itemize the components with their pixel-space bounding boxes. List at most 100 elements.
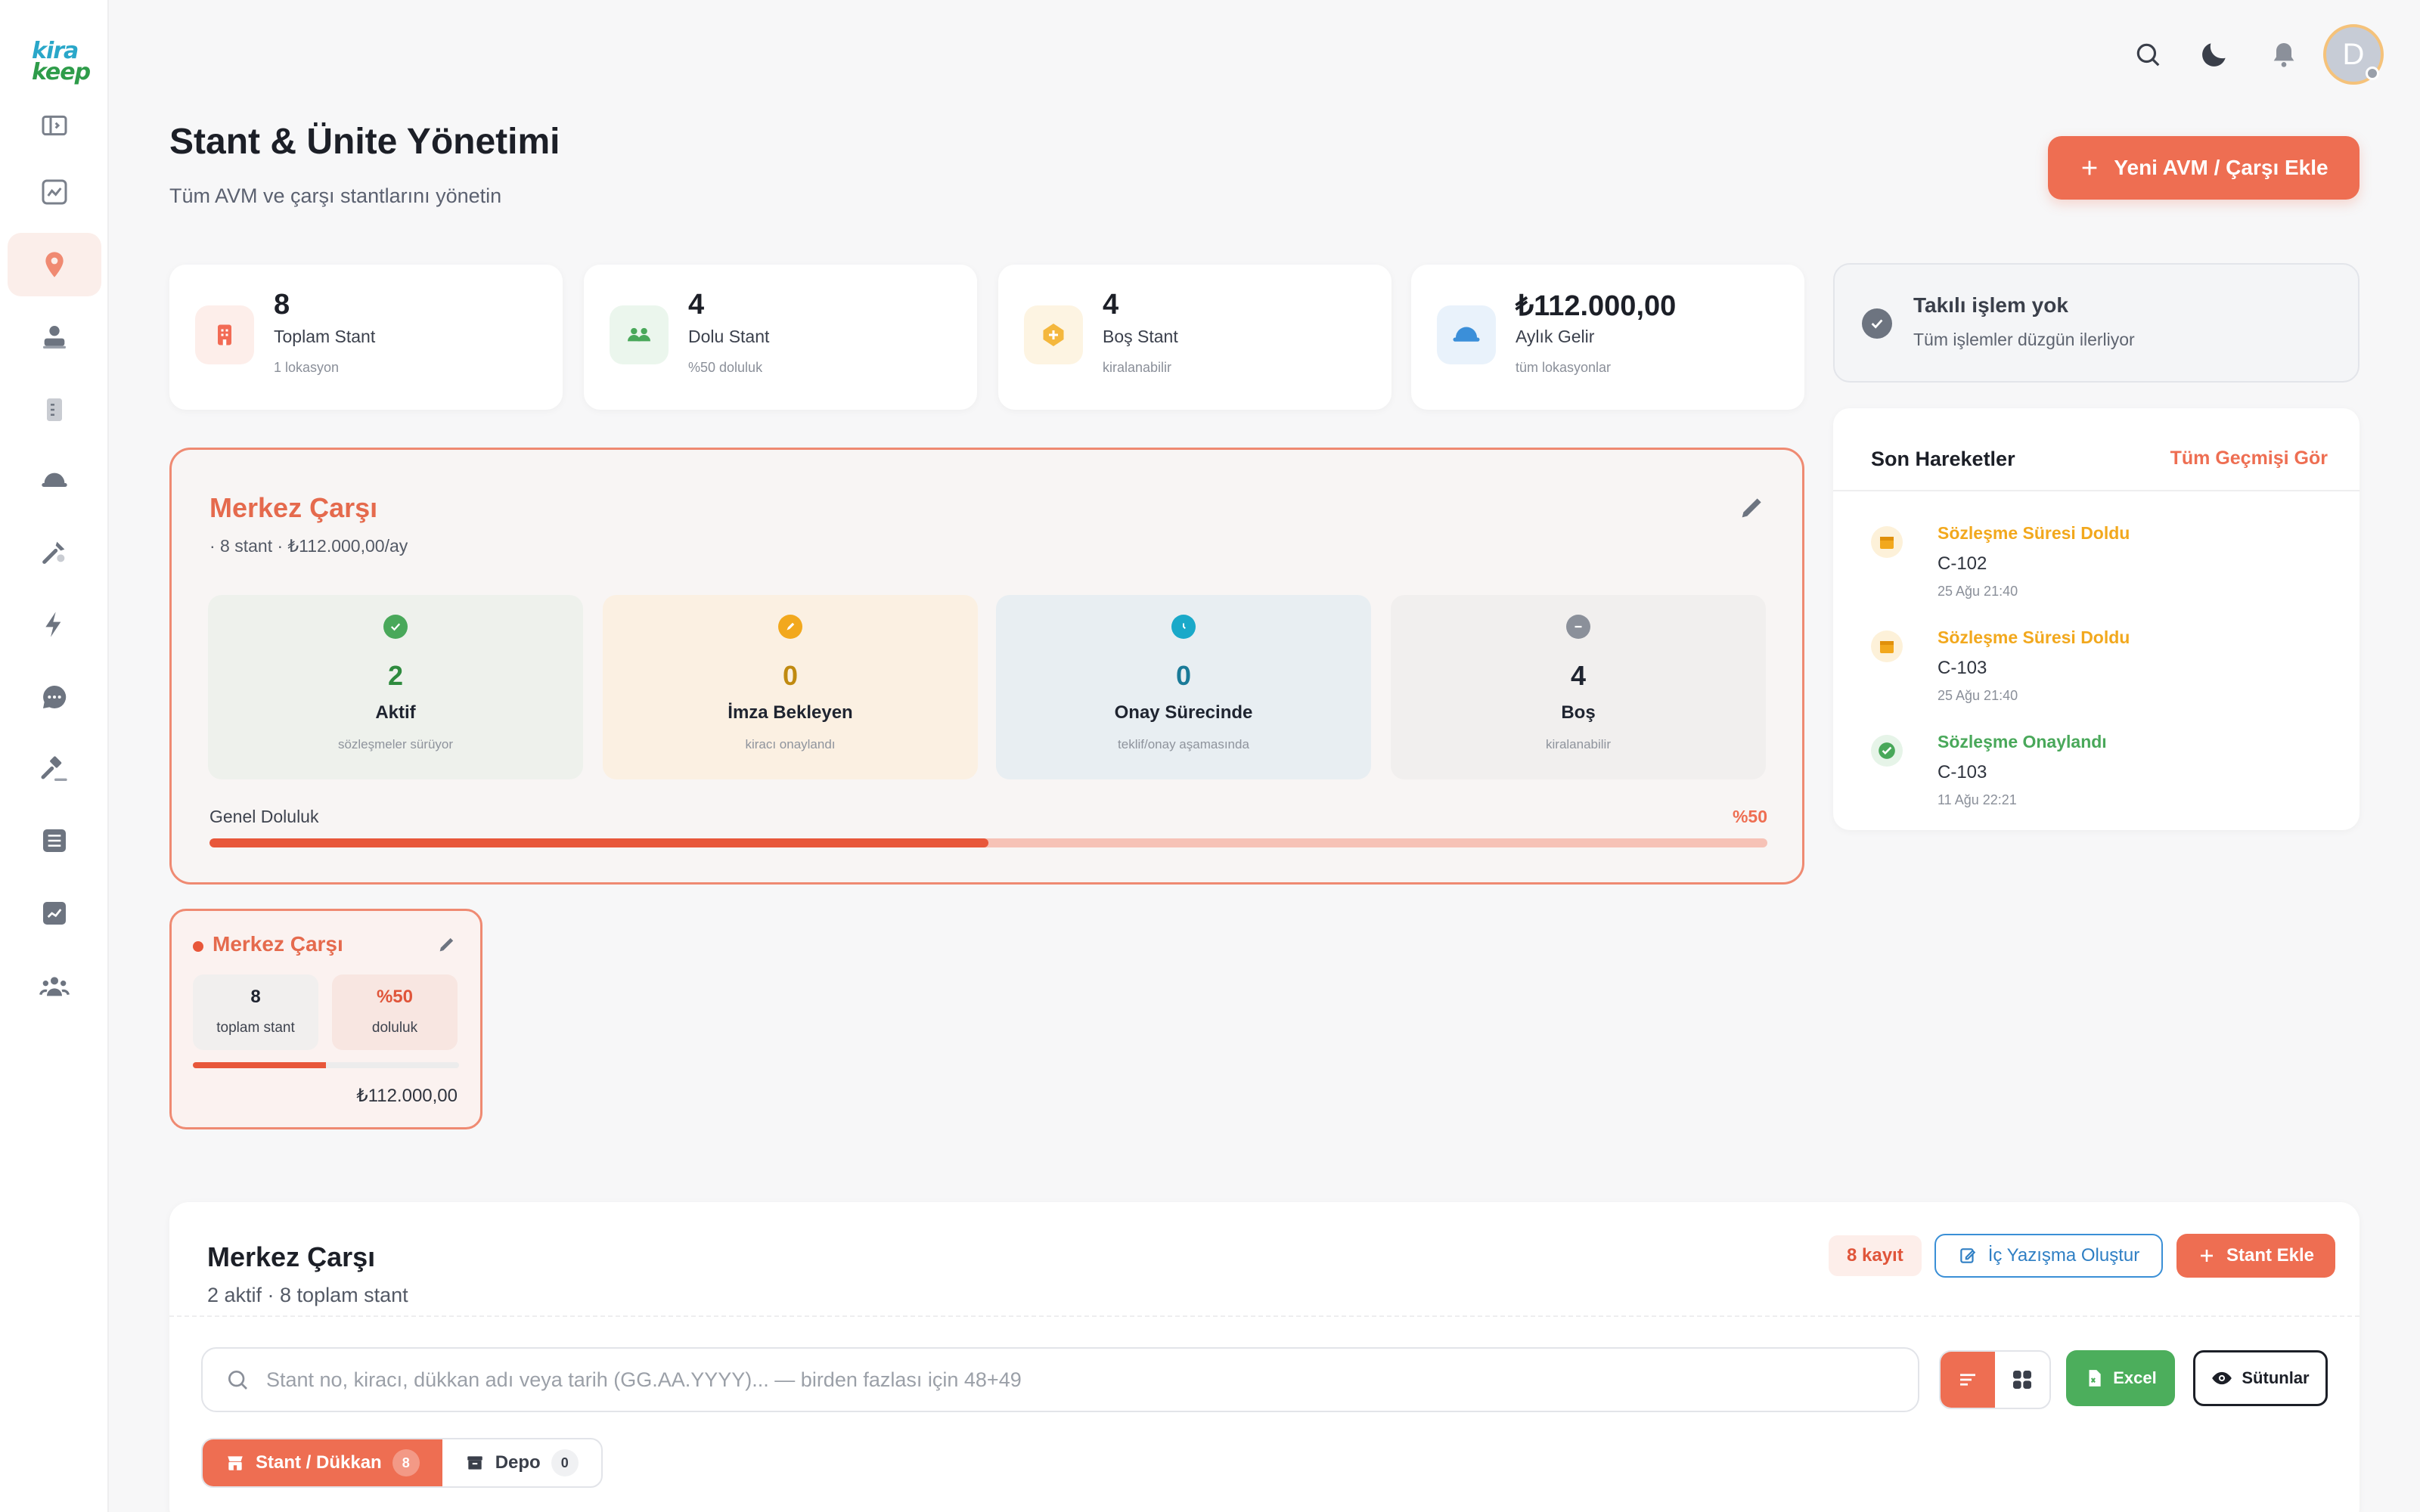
avatar-initial: D xyxy=(2342,37,2365,71)
list-view-button[interactable] xyxy=(1941,1352,1995,1408)
stat-sub: tüm lokasyonlar xyxy=(1516,360,1612,375)
view-all-history-link[interactable]: Tüm Geçmişi Gör xyxy=(2170,448,2328,469)
stand-search-box[interactable] xyxy=(201,1347,1919,1412)
status-dot xyxy=(193,941,203,952)
stat-card-occupied: 4 Dolu Stant %50 doluluk xyxy=(584,265,977,410)
divider xyxy=(169,1315,2360,1317)
sidebar-item-analytics[interactable] xyxy=(8,881,101,945)
sidebar-item-utilities[interactable] xyxy=(8,593,101,656)
location-card[interactable]: Merkez Çarşı 8 toplam stant %50 doluluk … xyxy=(169,909,482,1129)
columns-button[interactable]: Sütunlar xyxy=(2193,1350,2328,1406)
tab-stands[interactable]: Stant / Dükkan 8 xyxy=(203,1439,442,1486)
location-overview-panel: Merkez Çarşı · 8 stant · ₺112.000,00/ay … xyxy=(169,448,1804,885)
alert-subtitle: Tüm işlemler düzgün ilerliyor xyxy=(1913,330,2135,349)
stand-type-tabs: Stant / Dükkan 8 Depo 0 xyxy=(201,1438,603,1488)
stuck-process-alert: Takılı işlem yok Tüm işlemler düzgün ile… xyxy=(1833,263,2360,383)
table-subtitle: 2 aktif · 8 toplam stant xyxy=(207,1284,408,1306)
edit-pencil-icon[interactable] xyxy=(436,934,458,955)
excel-label: Excel xyxy=(2113,1368,2157,1387)
eye-icon xyxy=(2212,1371,2232,1385)
tab-label: Depo xyxy=(495,1452,541,1473)
activity-title: Sözleşme Onaylandı xyxy=(1938,732,2107,751)
kirakeep-logo[interactable]: kira keep xyxy=(32,40,91,84)
add-stand-button[interactable]: Stant Ekle xyxy=(2176,1234,2335,1278)
activity-code: C-103 xyxy=(1938,658,1987,678)
create-memo-button[interactable]: İç Yazışma Oluştur xyxy=(1934,1234,2163,1278)
status-box-vacant[interactable]: 4 Boş kiralanabilir xyxy=(1391,595,1766,779)
stat-value: 8 xyxy=(274,289,290,321)
plus-icon xyxy=(2200,1250,2213,1262)
total-stands-label: toplam stant xyxy=(216,1020,295,1036)
sort-lines-icon xyxy=(1960,1374,1975,1386)
sidebar-item-dashboard[interactable] xyxy=(8,160,101,224)
plus-icon xyxy=(2083,160,2097,175)
status-label: Boş xyxy=(1561,702,1596,723)
edit-pencil-icon[interactable] xyxy=(1737,492,1767,522)
trend-icon xyxy=(43,902,66,925)
check-circle-icon xyxy=(1871,735,1903,767)
location-meta: · 8 stant · ₺112.000,00/ay xyxy=(209,536,408,556)
view-mode-toggle[interactable] xyxy=(1939,1350,2051,1409)
alert-title: Takılı işlem yok xyxy=(1913,293,2068,317)
status-dot xyxy=(2366,67,2379,80)
total-stands-value: 8 xyxy=(250,987,261,1007)
check-circle-icon xyxy=(1862,308,1892,339)
activity-date: 25 Ağu 21:40 xyxy=(1938,584,2018,599)
create-memo-label: İç Yazışma Oluştur xyxy=(1987,1245,2140,1266)
grid-view-button[interactable] xyxy=(1995,1352,2049,1408)
sidebar-item-tenants[interactable] xyxy=(8,305,101,369)
activity-code: C-102 xyxy=(1938,553,1987,574)
occupancy-box-label: doluluk xyxy=(371,1020,418,1036)
clock-icon xyxy=(1171,615,1196,639)
recent-activity-panel: Son Hareketler Tüm Geçmişi Gör Sözleşme … xyxy=(1833,408,2360,830)
status-box-pending-signature[interactable]: 0 İmza Bekleyen kiracı onaylandı xyxy=(603,595,978,779)
status-box-in-approval[interactable]: 0 Onay Sürecinde teklif/onay aşamasında xyxy=(996,595,1371,779)
sidebar-item-locations[interactable] xyxy=(8,233,101,296)
sidebar-toggle[interactable] xyxy=(8,94,101,157)
sidebar-item-reports[interactable] xyxy=(8,809,101,872)
sidebar-item-users[interactable] xyxy=(8,954,101,1018)
stat-sub: 1 lokasyon xyxy=(274,360,340,375)
search-button[interactable] xyxy=(2127,33,2169,76)
record-count-badge: 8 kayıt xyxy=(1829,1235,1922,1276)
sidebar-item-messages[interactable] xyxy=(8,665,101,729)
sidebar-item-construction[interactable] xyxy=(8,448,101,511)
occupancy-box: %50 doluluk xyxy=(332,974,458,1050)
sidebar-item-contracts[interactable] xyxy=(8,378,101,442)
document-icon xyxy=(47,398,62,421)
stat-card-revenue: ₺112.000,00 Aylık Gelir tüm lokasyonlar xyxy=(1411,265,1804,410)
location-card-name: Merkez Çarşı xyxy=(213,932,343,956)
notifications-button[interactable] xyxy=(2263,33,2305,76)
stat-sub: kiralanabilir xyxy=(1103,360,1172,375)
stat-card-vacant: 4 Boş Stant kiralanabilir xyxy=(998,265,1392,410)
status-sub: sözleşmeler sürüyor xyxy=(337,737,454,751)
search-icon xyxy=(228,1371,247,1390)
helmet-icon xyxy=(42,472,67,487)
search-icon xyxy=(2136,43,2160,67)
stand-search-input[interactable] xyxy=(266,1368,1892,1392)
sidebar-item-maintenance[interactable] xyxy=(8,520,101,584)
status-box-active[interactable]: 2 Aktif sözleşmeler sürüyor xyxy=(208,595,583,779)
group-icon xyxy=(610,305,669,364)
sidebar-item-legal[interactable] xyxy=(8,738,101,801)
tab-storage[interactable]: Depo 0 xyxy=(442,1439,601,1486)
excel-export-button[interactable]: Excel xyxy=(2066,1350,2175,1406)
chat-icon xyxy=(43,685,67,708)
occupancy-bar-fill xyxy=(209,838,988,847)
stat-card-total: 8 Toplam Stant 1 lokasyon xyxy=(169,265,563,410)
stat-label: Toplam Stant xyxy=(274,327,376,346)
total-stands-box: 8 toplam stant xyxy=(193,974,318,1050)
location-name: Merkez Çarşı xyxy=(209,492,378,523)
archive-box-icon xyxy=(467,1456,482,1470)
add-location-button[interactable]: Yeni AVM / Çarşı Ekle xyxy=(2048,136,2360,200)
theme-toggle-button[interactable] xyxy=(2193,33,2235,76)
divider xyxy=(1833,490,2360,491)
excel-file-icon xyxy=(2089,1370,2101,1387)
occupancy-box-value: %50 xyxy=(376,987,414,1007)
activity-code: C-103 xyxy=(1938,762,1987,782)
signature-icon xyxy=(778,615,802,639)
add-location-label: Yeni AVM / Çarşı Ekle xyxy=(2114,156,2328,179)
user-avatar[interactable]: D xyxy=(2323,24,2384,85)
store-icon xyxy=(228,1456,243,1470)
status-sub: kiralanabilir xyxy=(1546,737,1611,751)
